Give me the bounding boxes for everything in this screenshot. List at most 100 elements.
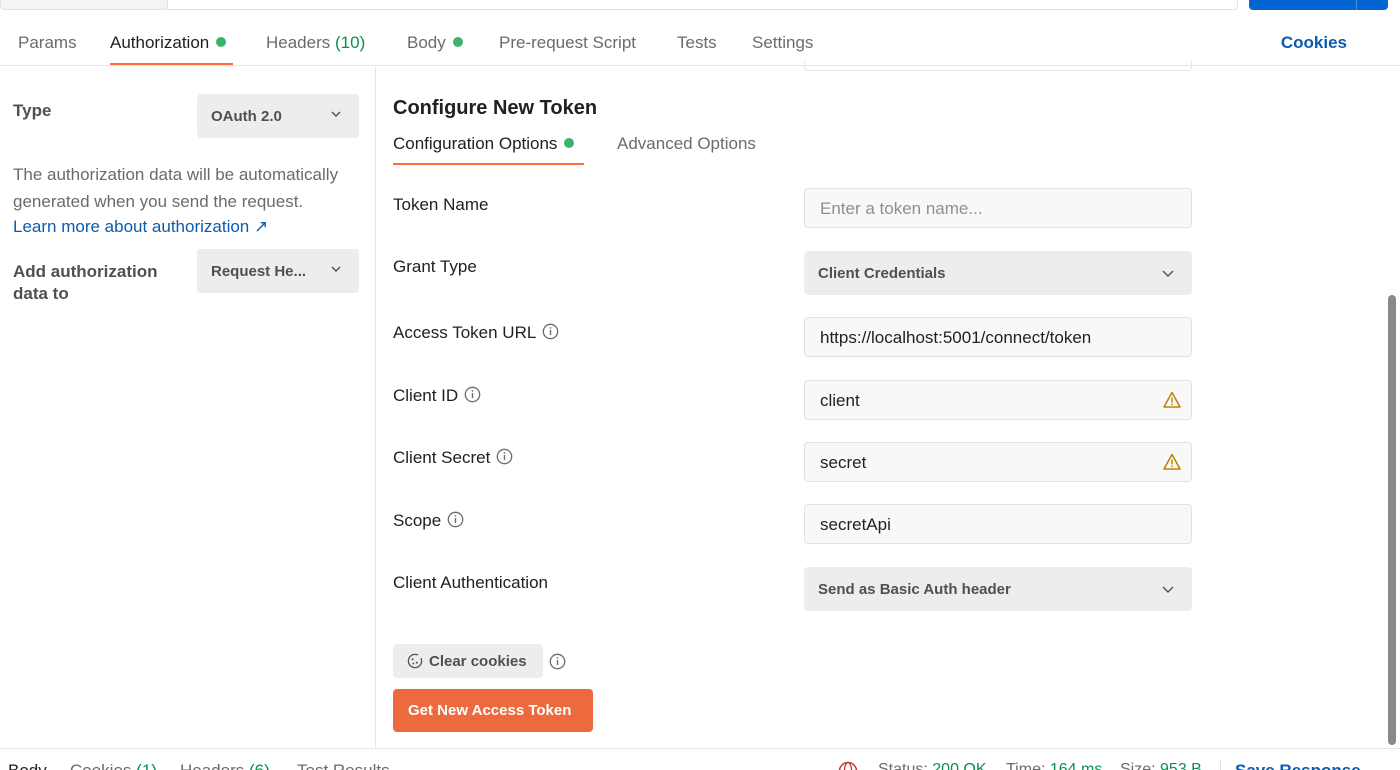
- status-label: Status:: [878, 761, 928, 770]
- scope-input[interactable]: secretApi: [804, 504, 1192, 544]
- url-bar: [0, 0, 1400, 12]
- chevron-down-icon: [331, 266, 341, 272]
- scope-label-text: Scope: [393, 511, 442, 530]
- learn-more-link[interactable]: Learn more about authorization ↗: [13, 217, 268, 237]
- tab-headers[interactable]: Headers (10): [266, 33, 365, 53]
- auth-type-select[interactable]: OAuth 2.0: [197, 94, 359, 138]
- cookie-icon: [407, 653, 423, 669]
- token-name-placeholder: Enter a token name...: [820, 199, 983, 218]
- cookies-link[interactable]: Cookies: [1281, 33, 1347, 53]
- request-tabs: Params Authorization Headers (10) Body P…: [0, 20, 1400, 66]
- client-id-value: client: [820, 391, 860, 410]
- tab-headers-label: Headers: [266, 33, 331, 52]
- client-authentication-label: Client Authentication: [393, 573, 548, 592]
- tab-authorization-label: Authorization: [110, 33, 210, 52]
- token-name-label: Token Name: [393, 195, 489, 214]
- client-id-label-text: Client ID: [393, 386, 459, 405]
- size-label: Size:: [1120, 761, 1156, 770]
- client-secret-value: secret: [820, 453, 867, 472]
- get-new-access-token-button[interactable]: Get New Access Token: [393, 689, 593, 732]
- send-button[interactable]: [1249, 0, 1388, 10]
- scrollbar[interactable]: [1385, 67, 1400, 748]
- response-tab-body[interactable]: Body: [8, 761, 47, 770]
- chevron-down-icon: [1162, 586, 1174, 593]
- tab-configuration-options[interactable]: Configuration Options: [393, 134, 575, 154]
- auth-type-value: OAuth 2.0: [211, 108, 282, 125]
- response-tab-cookies-count: (1): [136, 761, 157, 770]
- response-time: Time: 164 ms: [1006, 761, 1102, 770]
- response-tab-cookies-label: Cookies: [70, 761, 131, 770]
- tab-tests[interactable]: Tests: [677, 33, 717, 53]
- get-new-access-token-label: Get New Access Token: [408, 702, 572, 719]
- response-status: Status: 200 OK: [878, 761, 987, 770]
- token-config-panel: Configure New Token Configuration Option…: [377, 61, 1385, 748]
- info-icon[interactable]: [447, 511, 464, 528]
- warning-icon: [1163, 453, 1181, 470]
- time-label: Time:: [1006, 761, 1046, 770]
- client-secret-label-text: Client Secret: [393, 448, 491, 467]
- token-name-input[interactable]: Enter a token name...: [804, 188, 1192, 228]
- tab-advanced-options[interactable]: Advanced Options: [617, 134, 756, 154]
- scrollbar-thumb[interactable]: [1388, 295, 1396, 745]
- tab-settings[interactable]: Settings: [752, 33, 813, 53]
- status-value: 200 OK: [932, 761, 987, 770]
- tab-body[interactable]: Body: [407, 33, 463, 53]
- response-tab-test-results[interactable]: Test Results: [297, 761, 390, 770]
- tab-params[interactable]: Params: [18, 33, 77, 53]
- tab-authorization[interactable]: Authorization: [110, 33, 227, 53]
- info-icon[interactable]: [464, 386, 481, 403]
- status-dot: [564, 137, 575, 148]
- active-tab-indicator: [110, 63, 233, 65]
- response-tab-cookies[interactable]: Cookies (1): [70, 761, 157, 770]
- client-id-input[interactable]: client: [804, 380, 1192, 420]
- save-response-button[interactable]: Save Response: [1235, 761, 1361, 770]
- add-auth-data-select[interactable]: Request He...: [197, 249, 359, 293]
- access-token-url-label: Access Token URL: [393, 323, 559, 343]
- add-auth-data-value: Request He...: [211, 263, 307, 280]
- client-authentication-value: Send as Basic Auth header: [818, 581, 1011, 598]
- scope-value: secretApi: [820, 515, 891, 534]
- info-icon[interactable]: [549, 653, 566, 670]
- client-secret-label: Client Secret: [393, 448, 513, 468]
- clear-cookies-label: Clear cookies: [429, 653, 527, 670]
- status-dot: [216, 36, 227, 47]
- status-dot: [452, 36, 463, 47]
- warning-icon: [1163, 391, 1181, 408]
- tab-configuration-options-label: Configuration Options: [393, 134, 558, 153]
- grant-type-select[interactable]: Client Credentials: [804, 251, 1192, 295]
- size-value: 953 B: [1160, 761, 1202, 770]
- grant-type-value: Client Credentials: [818, 265, 946, 282]
- info-icon[interactable]: [542, 323, 559, 340]
- method-select[interactable]: [0, 0, 168, 10]
- response-tab-headers[interactable]: Headers (6): [180, 761, 270, 770]
- type-label: Type: [13, 101, 52, 120]
- response-size: Size: 953 B: [1120, 761, 1202, 770]
- access-token-url-label-text: Access Token URL: [393, 323, 537, 342]
- response-tab-headers-label: Headers: [180, 761, 244, 770]
- send-button-divider: [1356, 0, 1357, 10]
- time-value: 164 ms: [1049, 761, 1103, 770]
- tab-body-label: Body: [407, 33, 446, 52]
- access-token-url-value: https://localhost:5001/connect/token: [820, 328, 1092, 347]
- add-auth-data-label: Add authorization data to: [13, 262, 158, 303]
- response-tab-headers-count: (6): [249, 761, 270, 770]
- globe-icon[interactable]: [838, 761, 858, 770]
- divider: [1220, 759, 1221, 770]
- active-subtab-indicator: [393, 163, 584, 165]
- grant-type-label: Grant Type: [393, 257, 477, 276]
- scope-label: Scope: [393, 511, 464, 531]
- chevron-down-icon: [1162, 270, 1174, 277]
- chevron-down-icon: [331, 111, 341, 117]
- client-secret-input[interactable]: secret: [804, 442, 1192, 482]
- client-id-label: Client ID: [393, 386, 481, 406]
- client-authentication-select[interactable]: Send as Basic Auth header: [804, 567, 1192, 611]
- auth-type-panel: Type OAuth 2.0 The authorization data wi…: [0, 67, 376, 748]
- access-token-url-input[interactable]: https://localhost:5001/connect/token: [804, 317, 1192, 357]
- url-input[interactable]: [167, 0, 1238, 10]
- tab-headers-count: (10): [335, 33, 366, 52]
- auth-description: The authorization data will be automatic…: [13, 165, 339, 211]
- clear-cookies-button[interactable]: Clear cookies: [393, 644, 543, 678]
- tab-pre-request-script[interactable]: Pre-request Script: [499, 33, 636, 53]
- info-icon[interactable]: [496, 448, 513, 465]
- cropped-field: [804, 61, 1192, 71]
